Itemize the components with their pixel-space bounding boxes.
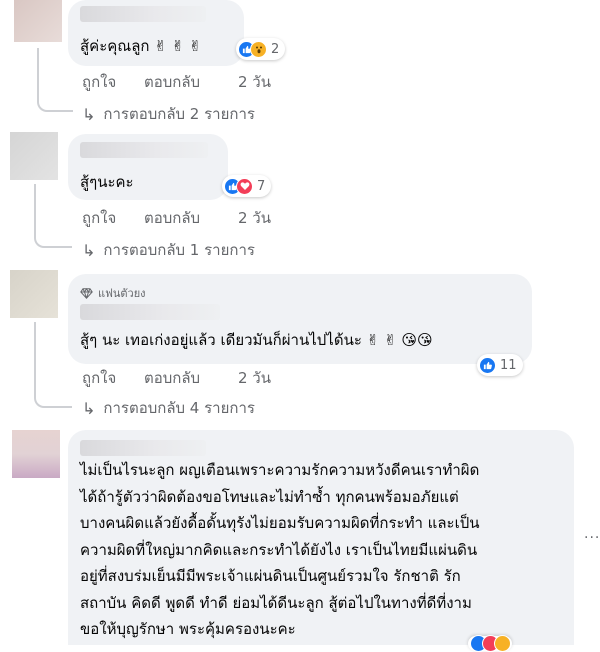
reaction-count: 7 bbox=[257, 178, 266, 194]
reply-link[interactable]: ตอบกลับ bbox=[144, 366, 238, 390]
view-replies-link[interactable]: ↳ การตอบกลับ 1 รายการ bbox=[82, 238, 255, 262]
avatar[interactable] bbox=[10, 270, 58, 318]
replies-count-label: การตอบกลับ 2 รายการ bbox=[103, 105, 255, 123]
love-icon bbox=[236, 177, 253, 195]
replies-count-label: การตอบกลับ 1 รายการ bbox=[103, 241, 255, 259]
reply-link[interactable]: ตอบกลับ bbox=[144, 206, 238, 230]
reply-arrow-icon: ↳ bbox=[82, 240, 96, 260]
comment-text: ไม่เป็นไรนะลูก ผญเตือนเพราะความรักความหว… bbox=[80, 457, 479, 643]
comment-line: อยู่ที่สงบร่มเย็นมีมีพระเจ้าแผ่นดินเป็นศ… bbox=[80, 567, 461, 585]
commenter-name[interactable] bbox=[80, 142, 208, 158]
reaction-summary[interactable]: 11 bbox=[477, 354, 523, 376]
like-link[interactable]: ถูกใจ bbox=[82, 206, 144, 230]
wow-icon bbox=[250, 40, 267, 58]
reaction-summary[interactable]: 7 bbox=[222, 175, 272, 197]
view-replies-link[interactable]: ↳ การตอบกลับ 4 รายการ bbox=[82, 396, 255, 420]
comment-line: ไม่เป็นไรนะลูก ผญเตือนเพราะความรักความหว… bbox=[80, 461, 480, 479]
thread-connector bbox=[34, 322, 72, 408]
comment-actions: ถูกใจ ตอบกลับ 2 วัน bbox=[82, 206, 271, 230]
replies-count-label: การตอบกลับ 4 รายการ bbox=[103, 399, 255, 417]
reaction-summary[interactable] bbox=[468, 634, 512, 652]
reaction-summary[interactable]: 2 bbox=[236, 38, 286, 60]
timestamp[interactable]: 2 วัน bbox=[238, 366, 271, 390]
reply-arrow-icon: ↳ bbox=[82, 398, 96, 418]
badge-label: แฟนตัวยง bbox=[98, 287, 146, 300]
comment-actions: ถูกใจ ตอบกลับ 2 วัน bbox=[82, 366, 271, 390]
reply-arrow-icon: ↳ bbox=[82, 104, 96, 124]
timestamp[interactable]: 2 วัน bbox=[238, 70, 271, 94]
comment-text: สู้ค่ะคุณลูก ✌ ✌ ✌ bbox=[80, 37, 202, 55]
avatar[interactable] bbox=[10, 132, 58, 180]
comment-line: ความผิดที่ใหญ่มากคิดและกระทำได้ยังไง เรา… bbox=[80, 540, 478, 559]
thread-connector bbox=[34, 184, 72, 248]
comment-line: ขอให้บุญรักษา พระคุ้มครองนะคะ bbox=[80, 620, 296, 638]
comment-line: สถาบัน คิดดี พูดดี ทำดี ย่อมได้ดีนะลูก ส… bbox=[80, 593, 472, 612]
comment-text: สู้ๆนะคะ bbox=[80, 173, 134, 191]
wow-icon bbox=[494, 634, 511, 652]
like-link[interactable]: ถูกใจ bbox=[82, 70, 144, 94]
comment-text: สู้ๆ นะ เทอเก่งอยู่แล้ว เดียวมันก็ผ่านไป… bbox=[80, 331, 433, 349]
commenter-name[interactable] bbox=[80, 440, 206, 456]
top-fan-badge[interactable]: แฟนตัวยง bbox=[80, 284, 146, 302]
diamond-icon bbox=[80, 287, 93, 299]
commenter-name[interactable] bbox=[80, 6, 206, 22]
comment-line: บางคนผิดแล้วยังดื้อดั้นทุรังไม่ยอมรับควา… bbox=[80, 514, 480, 532]
thread-connector bbox=[37, 48, 73, 112]
avatar[interactable] bbox=[12, 430, 60, 478]
comment-line: ได้ถ้ารู้ตัวว่าผิดต้องขอโทษและไม่ทำซ้ำ ท… bbox=[80, 487, 459, 506]
reaction-count: 11 bbox=[500, 357, 517, 373]
reaction-count: 2 bbox=[271, 41, 280, 57]
view-replies-link[interactable]: ↳ การตอบกลับ 2 รายการ bbox=[82, 102, 255, 126]
timestamp[interactable]: 2 วัน bbox=[238, 206, 271, 230]
commenter-name[interactable] bbox=[80, 304, 220, 320]
more-options-icon[interactable]: ... bbox=[584, 526, 600, 542]
like-link[interactable]: ถูกใจ bbox=[82, 366, 144, 390]
reply-link[interactable]: ตอบกลับ bbox=[144, 70, 238, 94]
avatar[interactable] bbox=[14, 0, 62, 42]
like-icon bbox=[479, 356, 496, 374]
comment-actions: ถูกใจ ตอบกลับ 2 วัน bbox=[82, 70, 271, 94]
